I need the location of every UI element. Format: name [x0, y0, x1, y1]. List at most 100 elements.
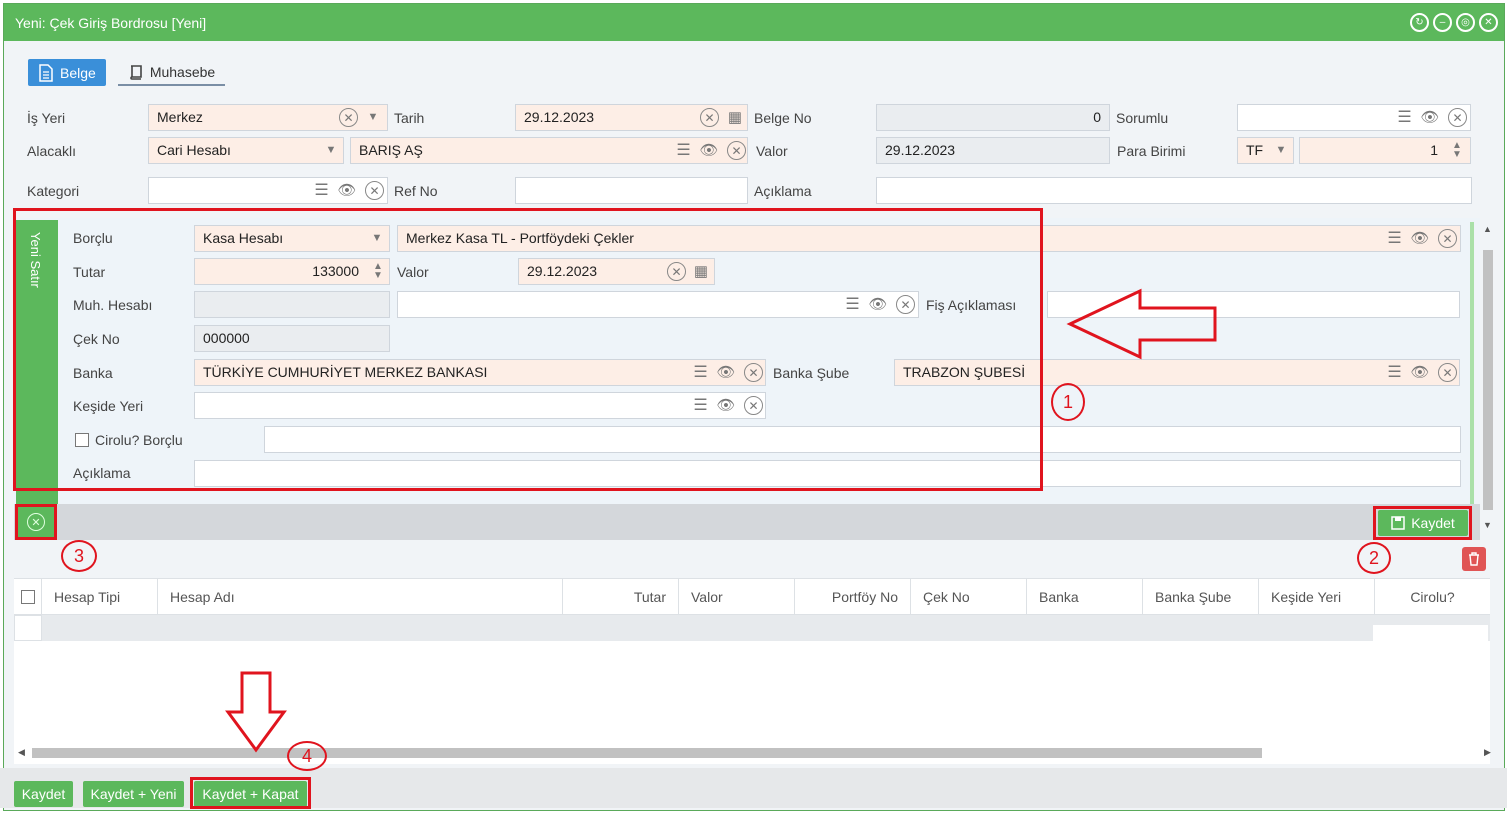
- save-close-button[interactable]: Kaydet + Kapat: [194, 781, 307, 807]
- clear-banka-sube-icon[interactable]: ✕: [1438, 363, 1457, 382]
- para-birimi-label: Para Birimi: [1117, 143, 1186, 159]
- grid-header: Hesap Tipi Hesap Adı Tutar Valor Portföy…: [14, 579, 1490, 615]
- cancel-line-button[interactable]: ✕: [17, 505, 55, 539]
- save-new-button[interactable]: Kaydet + Yeni: [83, 781, 184, 807]
- cirolu-borclu-input[interactable]: [264, 426, 1461, 453]
- calendar-icon[interactable]: ▦: [724, 106, 746, 128]
- list-icon[interactable]: ☰: [1383, 361, 1405, 383]
- calendar-icon[interactable]: ▦: [690, 260, 712, 282]
- close-icon[interactable]: ✕: [1479, 13, 1498, 32]
- borclu-label: Borçlu: [73, 230, 113, 246]
- save-button[interactable]: Kaydet: [14, 781, 73, 807]
- tab-belge[interactable]: Belge: [28, 59, 106, 86]
- belge-no-label: Belge No: [754, 110, 812, 126]
- restore-icon[interactable]: ◎: [1456, 13, 1475, 32]
- muh-hesabi-label: Muh. Hesabı: [73, 297, 153, 313]
- clear-kategori-icon[interactable]: ✕: [365, 181, 384, 200]
- banka-sube-label: Banka Şube: [773, 365, 850, 381]
- tab-muhasebe[interactable]: Muhasebe: [117, 59, 226, 86]
- save-line-button[interactable]: Kaydet: [1378, 510, 1468, 536]
- list-icon[interactable]: ☰: [689, 361, 711, 383]
- eye-icon[interactable]: 👁: [336, 179, 358, 201]
- eye-icon[interactable]: 👁: [1409, 361, 1431, 383]
- col-cirolu[interactable]: Cirolu?: [1375, 579, 1490, 615]
- list-icon[interactable]: ☰: [841, 293, 863, 315]
- col-cek-no[interactable]: Çek No: [911, 579, 1027, 615]
- line-aciklama-input[interactable]: [194, 460, 1461, 487]
- eye-icon[interactable]: 👁: [715, 361, 737, 383]
- save-line-label: Kaydet: [1411, 515, 1455, 531]
- col-valor[interactable]: Valor: [679, 579, 795, 615]
- clear-sorumlu-icon[interactable]: ✕: [1448, 108, 1467, 127]
- grid-horizontal-scrollbar[interactable]: ◀ ▶: [16, 745, 1496, 761]
- grid-filter-row: [14, 615, 1490, 641]
- fis-aciklamasi-input[interactable]: [1047, 291, 1460, 318]
- select-all-checkbox[interactable]: [21, 590, 35, 604]
- chevron-down-icon[interactable]: ▼: [362, 106, 384, 128]
- col-banka-sube[interactable]: Banka Şube: [1143, 579, 1259, 615]
- lines-grid: Hesap Tipi Hesap Adı Tutar Valor Portföy…: [14, 578, 1490, 764]
- list-icon[interactable]: ☰: [1393, 106, 1415, 128]
- cek-no-input: 000000: [194, 325, 390, 352]
- col-hesap-tipi[interactable]: Hesap Tipi: [42, 579, 158, 615]
- clear-banka-icon[interactable]: ✕: [744, 363, 763, 382]
- new-row-sidebar: Yeni Satır: [16, 220, 58, 504]
- chevron-down-icon[interactable]: ▼: [1270, 139, 1292, 161]
- eye-icon[interactable]: 👁: [867, 293, 889, 315]
- eye-icon[interactable]: 👁: [1419, 106, 1441, 128]
- banka-input[interactable]: TÜRKİYE CUMHURİYET MERKEZ BANKASI: [194, 359, 766, 386]
- col-hesap-adi[interactable]: Hesap Adı: [158, 579, 563, 615]
- alacakli-label: Alacaklı: [27, 143, 77, 159]
- eye-icon[interactable]: 👁: [698, 139, 720, 161]
- clear-borclu-icon[interactable]: ✕: [1438, 229, 1457, 248]
- clear-keside-yeri-icon[interactable]: ✕: [744, 396, 763, 415]
- eye-icon[interactable]: 👁: [715, 394, 737, 416]
- banka-label: Banka: [73, 365, 113, 381]
- col-banka[interactable]: Banka: [1027, 579, 1143, 615]
- aciklama-label: Açıklama: [754, 183, 812, 199]
- keside-yeri-input[interactable]: [194, 392, 766, 419]
- minimize-icon[interactable]: –: [1433, 13, 1452, 32]
- list-icon[interactable]: ☰: [1383, 227, 1405, 249]
- tab-belge-label: Belge: [60, 64, 96, 81]
- col-portfoy-no[interactable]: Portföy No: [795, 579, 911, 615]
- annotation-number-4: 4: [287, 741, 327, 771]
- window-title: Yeni: Çek Giriş Bordrosu [Yeni]: [15, 15, 207, 31]
- banka-sube-input[interactable]: TRABZON ŞUBESİ: [894, 359, 1460, 386]
- clear-tarih-icon[interactable]: ✕: [700, 108, 719, 127]
- alacakli-type-select[interactable]: Cari Hesabı: [148, 137, 344, 164]
- borclu-type-select[interactable]: Kasa Hesabı: [194, 225, 390, 252]
- aciklama-input[interactable]: [876, 177, 1472, 204]
- stepper-icon[interactable]: ▲ ▼: [367, 260, 389, 282]
- stepper-icon[interactable]: ▲ ▼: [1446, 139, 1468, 161]
- col-keside-yeri[interactable]: Keşide Yeri: [1259, 579, 1375, 615]
- delete-button[interactable]: [1462, 547, 1486, 571]
- belge-no-input: 0: [876, 104, 1110, 131]
- borclu-input[interactable]: Merkez Kasa TL - Portföydeki Çekler: [397, 225, 1461, 252]
- title-bar: Yeni: Çek Giriş Bordrosu [Yeni] ↻ – ◎ ✕: [4, 4, 1504, 41]
- eye-icon[interactable]: 👁: [1409, 227, 1431, 249]
- tab-bar: Belge Muhasebe: [28, 59, 226, 86]
- line-valor-label: Valor: [397, 264, 429, 280]
- list-icon[interactable]: ☰: [672, 139, 694, 161]
- ref-no-input[interactable]: [515, 177, 748, 204]
- col-tutar[interactable]: Tutar: [563, 579, 679, 615]
- keside-yeri-label: Keşide Yeri: [73, 398, 144, 414]
- cirolu-checkbox[interactable]: [75, 433, 89, 447]
- clear-alacakli-icon[interactable]: ✕: [727, 141, 746, 160]
- clear-valor-icon[interactable]: ✕: [667, 262, 686, 281]
- panel-edge: [1470, 222, 1474, 504]
- book-icon: [130, 64, 142, 80]
- chevron-down-icon[interactable]: ▼: [366, 227, 388, 249]
- muh-hesabi-code: [194, 291, 390, 318]
- tutar-input[interactable]: 133000: [194, 258, 390, 285]
- tab-muhasebe-label: Muhasebe: [149, 63, 216, 80]
- clear-is-yeri-icon[interactable]: ✕: [339, 108, 358, 127]
- panel-vertical-scrollbar[interactable]: ▲ ▼: [1480, 220, 1496, 538]
- list-icon[interactable]: ☰: [310, 179, 332, 201]
- chevron-down-icon[interactable]: ▼: [320, 139, 342, 161]
- list-icon[interactable]: ☰: [689, 394, 711, 416]
- cancel-circle-icon: ✕: [27, 513, 45, 531]
- refresh-icon[interactable]: ↻: [1410, 13, 1429, 32]
- clear-muh-hesabi-icon[interactable]: ✕: [896, 295, 915, 314]
